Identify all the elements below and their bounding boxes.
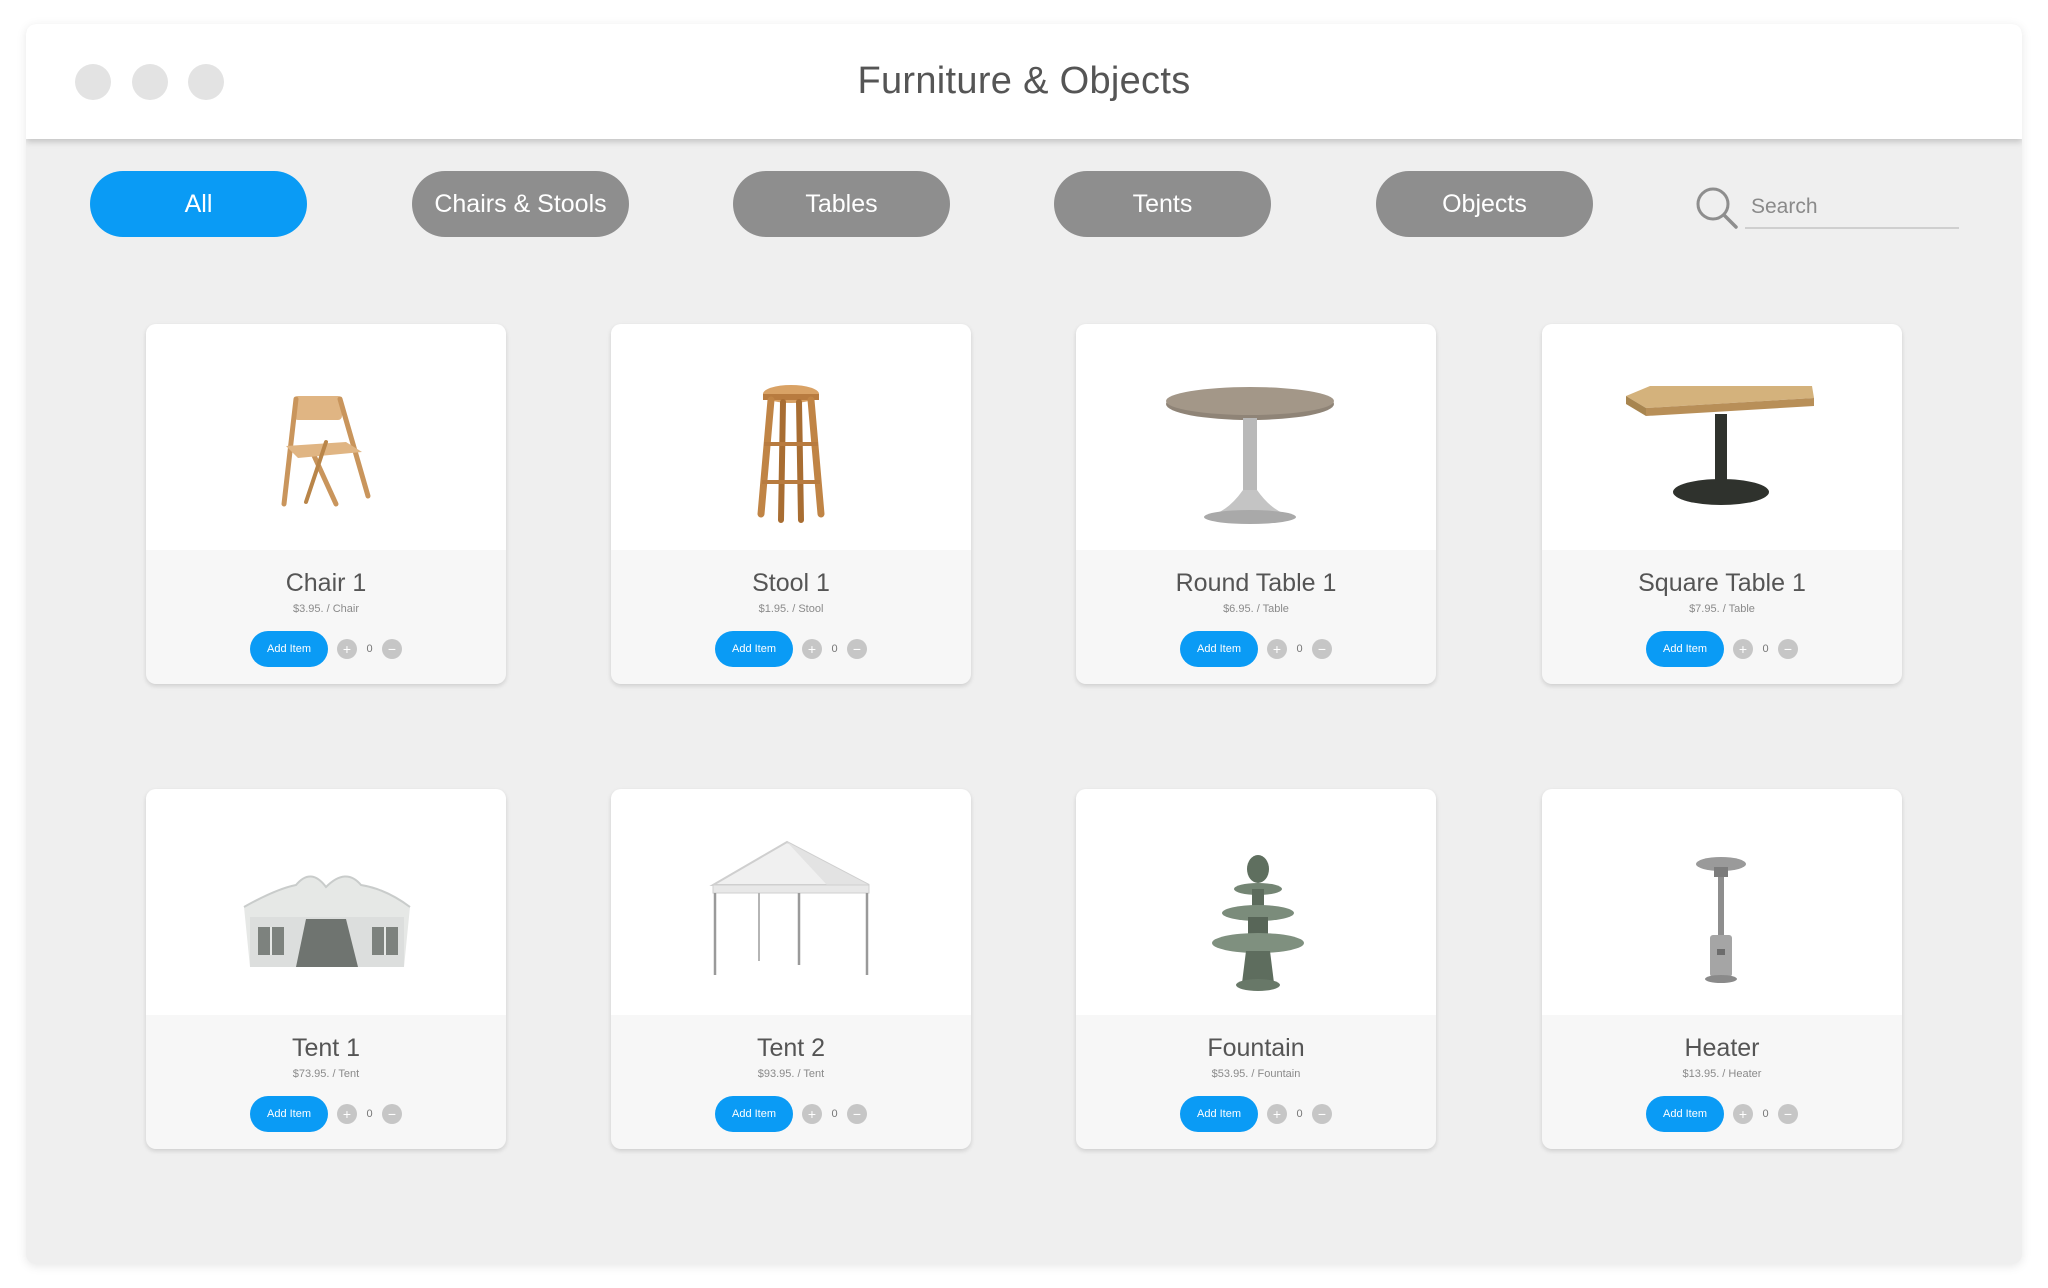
product-controls: Add Item + 0 − <box>611 1096 971 1132</box>
product-image-area <box>1542 789 1902 1015</box>
search-box <box>1694 185 1986 231</box>
app-window: Furniture & Objects All Chairs & Stools … <box>26 24 2022 1264</box>
product-controls: Add Item + 0 − <box>1076 1096 1436 1132</box>
product-image-area <box>146 789 506 1015</box>
product-card: Square Table 1 $7.95. / Table Add Item +… <box>1542 324 1902 684</box>
product-price: $73.95. / Tent <box>292 1068 360 1080</box>
canopy-tent-image <box>709 840 870 975</box>
product-price: $53.95. / Fountain <box>1211 1068 1301 1080</box>
quantity-value: 0 <box>831 643 838 655</box>
product-image-area <box>1076 324 1436 550</box>
product-price: $93.95. / Tent <box>757 1068 825 1080</box>
product-price: $1.95. / Stool <box>758 603 824 615</box>
search-icon[interactable] <box>1694 185 1740 231</box>
title-bar: Furniture & Objects <box>26 24 2022 139</box>
product-name: Chair 1 <box>285 569 367 597</box>
decrement-button[interactable]: − <box>382 1104 402 1124</box>
increment-button[interactable]: + <box>1733 1104 1753 1124</box>
product-controls: Add Item + 0 − <box>1542 1096 1902 1132</box>
add-item-button[interactable]: Add Item <box>1646 1096 1724 1132</box>
add-item-button[interactable]: Add Item <box>1180 631 1258 667</box>
decrement-button[interactable]: − <box>847 639 867 659</box>
product-name: Heater <box>1684 1034 1760 1062</box>
product-controls: Add Item + 0 − <box>146 1096 506 1132</box>
product-card: Tent 1 $73.95. / Tent Add Item + 0 − <box>146 789 506 1149</box>
product-price: $6.95. / Table <box>1223 603 1289 615</box>
product-name: Tent 2 <box>756 1034 826 1062</box>
increment-button[interactable]: + <box>337 1104 357 1124</box>
folding-chair-image <box>281 396 371 507</box>
product-name: Stool 1 <box>752 569 830 597</box>
quantity-value: 0 <box>366 643 373 655</box>
product-image-area <box>611 324 971 550</box>
increment-button[interactable]: + <box>1733 639 1753 659</box>
quantity-value: 0 <box>1762 643 1769 655</box>
product-controls: Add Item + 0 − <box>1076 631 1436 667</box>
increment-button[interactable]: + <box>1267 639 1287 659</box>
product-card: Tent 2 $93.95. / Tent Add Item + 0 − <box>611 789 971 1149</box>
quantity-value: 0 <box>1296 1108 1303 1120</box>
decrement-button[interactable]: − <box>382 639 402 659</box>
filter-chairs-stools[interactable]: Chairs & Stools <box>412 171 629 237</box>
filter-objects[interactable]: Objects <box>1376 171 1593 237</box>
decrement-button[interactable]: − <box>1778 639 1798 659</box>
product-name: Tent 1 <box>291 1034 361 1062</box>
filter-tents[interactable]: Tents <box>1054 171 1271 237</box>
add-item-button[interactable]: Add Item <box>250 631 328 667</box>
decrement-button[interactable]: − <box>1312 1104 1332 1124</box>
product-image-area <box>146 324 506 550</box>
quantity-value: 0 <box>1762 1108 1769 1120</box>
quantity-value: 0 <box>1296 643 1303 655</box>
category-filter-bar: All Chairs & Stools Tables Tents Objects <box>26 171 2022 237</box>
add-item-button[interactable]: Add Item <box>250 1096 328 1132</box>
product-name: Round Table 1 <box>1175 569 1337 597</box>
product-card: Round Table 1 $6.95. / Table Add Item + … <box>1076 324 1436 684</box>
product-controls: Add Item + 0 − <box>611 631 971 667</box>
quantity-value: 0 <box>831 1108 838 1120</box>
product-controls: Add Item + 0 − <box>146 631 506 667</box>
product-name: Fountain <box>1207 1034 1305 1062</box>
add-item-button[interactable]: Add Item <box>715 631 793 667</box>
product-price: $13.95. / Heater <box>1682 1068 1762 1080</box>
decrement-button[interactable]: − <box>847 1104 867 1124</box>
product-card: Fountain $53.95. / Fountain Add Item + 0… <box>1076 789 1436 1149</box>
product-name: Square Table 1 <box>1638 569 1806 597</box>
fountain-image <box>1212 855 1304 991</box>
increment-button[interactable]: + <box>1267 1104 1287 1124</box>
product-card: Chair 1 $3.95. / Chair Add Item + 0 − <box>146 324 506 684</box>
add-item-button[interactable]: Add Item <box>1180 1096 1258 1132</box>
product-price: $7.95. / Table <box>1689 603 1755 615</box>
patio-heater-image <box>1696 857 1746 983</box>
filter-tables[interactable]: Tables <box>733 171 950 237</box>
round-table-image <box>1166 387 1334 524</box>
square-table-image <box>1626 386 1814 505</box>
search-input[interactable] <box>1745 187 1959 229</box>
product-image-area <box>1076 789 1436 1015</box>
tent-image <box>243 875 411 967</box>
decrement-button[interactable]: − <box>1312 639 1332 659</box>
product-card: Stool 1 $1.95. / Stool Add Item + 0 − <box>611 324 971 684</box>
add-item-button[interactable]: Add Item <box>1646 631 1724 667</box>
decrement-button[interactable]: − <box>1778 1104 1798 1124</box>
product-card: Heater $13.95. / Heater Add Item + 0 − <box>1542 789 1902 1149</box>
increment-button[interactable]: + <box>802 639 822 659</box>
add-item-button[interactable]: Add Item <box>715 1096 793 1132</box>
product-image-area <box>1542 324 1902 550</box>
increment-button[interactable]: + <box>337 639 357 659</box>
page-title: Furniture & Objects <box>857 60 1191 102</box>
product-image-area <box>611 789 971 1015</box>
quantity-value: 0 <box>366 1108 373 1120</box>
product-price: $3.95. / Chair <box>292 603 360 615</box>
product-controls: Add Item + 0 − <box>1542 631 1902 667</box>
increment-button[interactable]: + <box>802 1104 822 1124</box>
filter-all[interactable]: All <box>90 171 307 237</box>
bar-stool-image <box>757 385 825 523</box>
